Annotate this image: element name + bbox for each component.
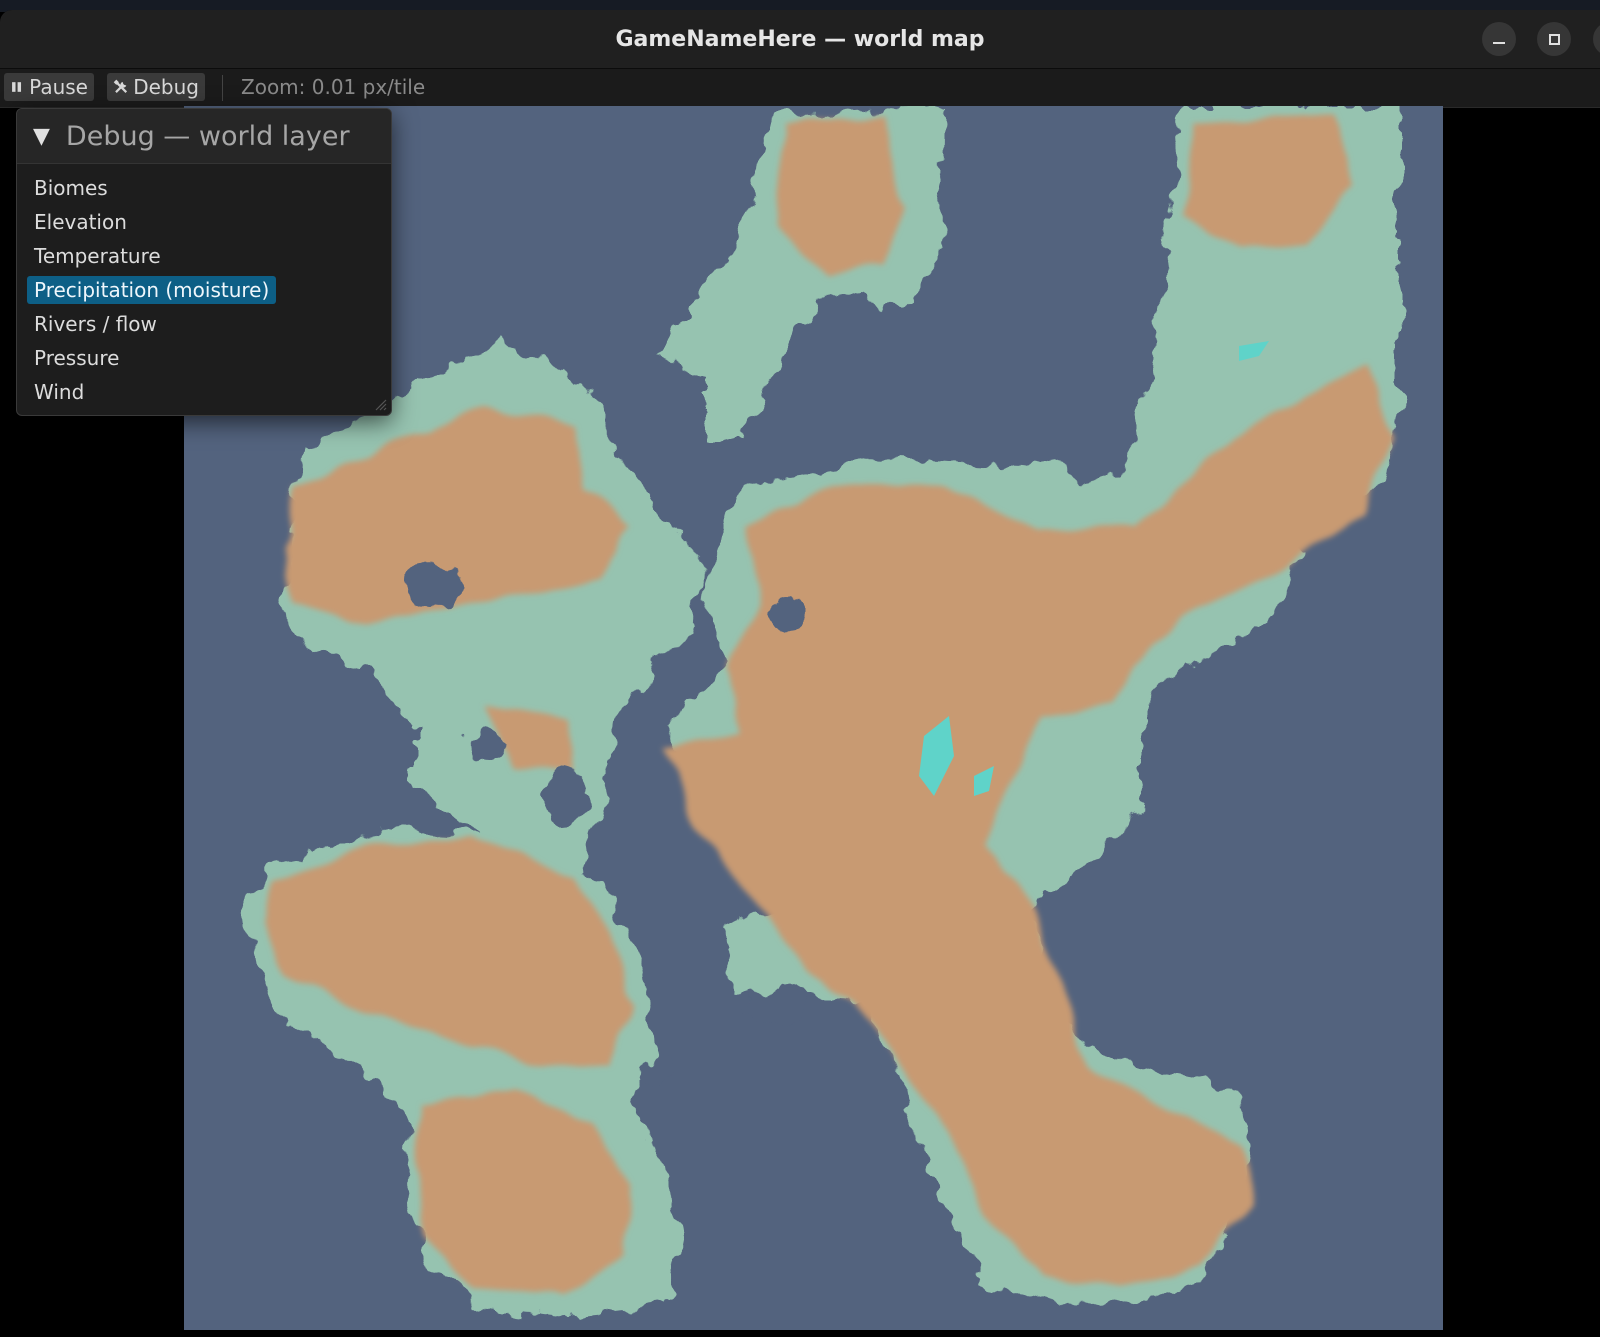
close-button[interactable] [1593, 22, 1600, 56]
layer-item-elevation[interactable]: Elevation [27, 208, 134, 236]
debug-panel-title: Debug — world layer [65, 120, 350, 152]
layer-item-rivers[interactable]: Rivers / flow [27, 310, 164, 338]
minimize-icon [1493, 42, 1505, 44]
pause-icon [12, 82, 22, 92]
layer-item-pressure[interactable]: Pressure [27, 344, 126, 372]
debug-label: Debug [133, 75, 199, 99]
toolbar: Pause Debug Zoom: 0.01 px/tile [0, 69, 1600, 108]
window-title: GameNameHere — world map [615, 26, 985, 52]
pause-label: Pause [29, 75, 88, 99]
debug-button[interactable]: Debug [107, 73, 205, 101]
minimize-button[interactable] [1482, 22, 1516, 56]
debug-panel: ▼ Debug — world layer Biomes Elevation T… [16, 108, 392, 416]
layer-item-wind[interactable]: Wind [27, 378, 91, 406]
resize-grip-icon[interactable] [373, 397, 387, 411]
game-window: GameNameHere — world map Pause Debug Zoo… [0, 10, 1600, 1337]
maximize-button[interactable] [1537, 22, 1571, 56]
tools-icon [113, 79, 128, 93]
zoom-readout: Zoom: 0.01 px/tile [241, 75, 426, 99]
layer-item-precipitation[interactable]: Precipitation (moisture) [27, 276, 277, 304]
collapse-triangle-icon[interactable]: ▼ [33, 124, 50, 149]
layer-item-biomes[interactable]: Biomes [27, 174, 115, 202]
pause-button[interactable]: Pause [4, 73, 94, 101]
toolbar-separator [222, 75, 223, 101]
layer-item-temperature[interactable]: Temperature [27, 242, 168, 270]
layer-list: Biomes Elevation Temperature Precipitati… [17, 164, 391, 412]
maximize-icon [1548, 33, 1560, 45]
title-bar: GameNameHere — world map [0, 10, 1600, 69]
debug-panel-header[interactable]: ▼ Debug — world layer [17, 109, 391, 164]
